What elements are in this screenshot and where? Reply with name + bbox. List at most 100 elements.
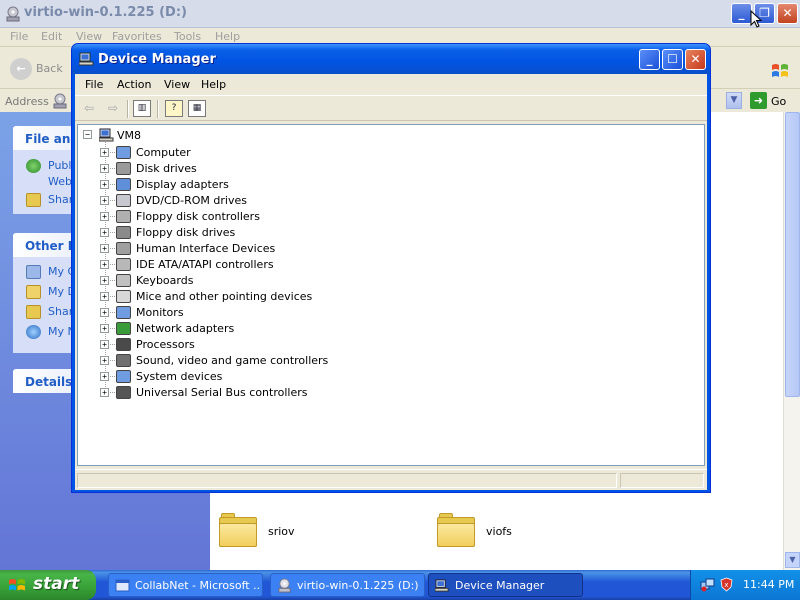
device-category-label[interactable]: Processors [136, 338, 195, 351]
hid-icon [116, 242, 131, 255]
expand-icon[interactable]: + [100, 148, 109, 157]
security-shield-icon[interactable]: x [719, 577, 734, 592]
device-category-label[interactable]: Disk drives [136, 162, 197, 175]
device-category-label[interactable]: Keyboards [136, 274, 193, 287]
device-category-label[interactable]: DVD/CD-ROM drives [136, 194, 247, 207]
expand-icon[interactable]: + [100, 276, 109, 285]
sound-icon [116, 354, 131, 367]
menu-view[interactable]: View [164, 78, 190, 91]
explorer-close-button[interactable]: ✕ [777, 3, 798, 24]
device-category-label[interactable]: Floppy disk controllers [136, 210, 260, 223]
display-adapter-icon [116, 178, 131, 191]
expand-icon[interactable]: + [100, 244, 109, 253]
device-manager-menu-bar: File Action View Help [75, 74, 707, 94]
device-manager-title-bar[interactable]: Device Manager _ ☐ ✕ [72, 44, 710, 74]
back-button-label[interactable]: Back [36, 62, 63, 75]
device-category-label[interactable]: Sound, video and game controllers [136, 354, 328, 367]
explorer-title-bar[interactable]: virtio-win-0.1.225 (D:) _ ❐ ✕ [0, 0, 800, 28]
scroll-down-arrow-icon[interactable]: ▼ [785, 552, 800, 568]
explorer-menu-view[interactable]: View [76, 30, 102, 43]
menu-action[interactable]: Action [117, 78, 151, 91]
usb-icon [116, 386, 131, 399]
folder-icon[interactable] [219, 513, 257, 547]
go-arrow-icon[interactable]: ➜ [750, 92, 767, 109]
computer-icon [99, 128, 114, 142]
place-label: Shar [48, 305, 74, 318]
menu-help[interactable]: Help [201, 78, 226, 91]
address-dropdown-button[interactable]: ▼ [726, 92, 742, 109]
explorer-menu-help[interactable]: Help [215, 30, 240, 43]
go-button-label[interactable]: Go [771, 95, 786, 108]
minimize-button[interactable]: _ [639, 49, 660, 70]
taskbar-item-collabnet[interactable]: CollabNet - Microsoft ... [108, 573, 263, 597]
processor-icon [116, 338, 131, 351]
cd-drive-icon [6, 6, 20, 22]
expand-icon[interactable]: + [100, 356, 109, 365]
folder-label-viofs[interactable]: viofs [486, 525, 512, 538]
tree-root-label[interactable]: VM8 [117, 129, 141, 142]
taskbar-item-device-manager[interactable]: Device Manager [428, 573, 583, 597]
cdrom-icon [116, 194, 131, 207]
explorer-menu-edit[interactable]: Edit [41, 30, 62, 43]
mouse-icon [116, 290, 131, 303]
expand-icon[interactable]: + [100, 228, 109, 237]
device-category-label[interactable]: Floppy disk drives [136, 226, 235, 239]
explorer-menu-favorites[interactable]: Favorites [112, 30, 162, 43]
scan-hardware-icon[interactable]: ▦ [188, 100, 206, 117]
device-manager-icon [435, 579, 449, 592]
svg-text:x: x [724, 581, 728, 589]
device-category-label[interactable]: Network adapters [136, 322, 234, 335]
clock[interactable]: 11:44 PM [743, 578, 794, 591]
device-manager-icon [79, 52, 94, 66]
back-arrow-icon[interactable]: ⇦ [80, 100, 98, 117]
collapse-icon[interactable]: − [83, 130, 92, 139]
forward-arrow-icon[interactable]: ⇨ [104, 100, 122, 117]
floppy-drive-icon [116, 226, 131, 239]
device-category-label[interactable]: Computer [136, 146, 191, 159]
explorer-menu-tools[interactable]: Tools [174, 30, 201, 43]
expand-icon[interactable]: + [100, 196, 109, 205]
device-category-label[interactable]: IDE ATA/ATAPI controllers [136, 258, 274, 271]
shared-folder-icon [26, 305, 41, 319]
expand-icon[interactable]: + [100, 324, 109, 333]
show-hide-console-tree-icon[interactable]: ▥ [133, 100, 151, 117]
device-category-label[interactable]: System devices [136, 370, 222, 383]
expand-icon[interactable]: + [100, 372, 109, 381]
taskbar-item-label: Device Manager [455, 579, 545, 592]
expand-icon[interactable]: + [100, 292, 109, 301]
menu-file[interactable]: File [85, 78, 103, 91]
start-button[interactable]: start [0, 570, 96, 600]
expand-icon[interactable]: + [100, 164, 109, 173]
taskbar-item-virtio-win[interactable]: virtio-win-0.1.225 (D:) [270, 573, 425, 597]
explorer-minimize-button[interactable]: _ [731, 3, 752, 24]
scrollbar-thumb[interactable] [785, 112, 800, 397]
start-label: start [33, 574, 80, 594]
expand-icon[interactable]: + [100, 340, 109, 349]
properties-icon[interactable]: ? [165, 100, 183, 117]
back-arrow-icon[interactable]: ← [10, 58, 32, 80]
network-status-icon[interactable] [700, 577, 715, 592]
expand-icon[interactable]: + [100, 308, 109, 317]
folder-label-sriov[interactable]: sriov [268, 525, 295, 538]
device-category-label[interactable]: Display adapters [136, 178, 229, 191]
close-button[interactable]: ✕ [685, 49, 706, 70]
expand-icon[interactable]: + [100, 212, 109, 221]
explorer-vertical-scrollbar[interactable]: ▼ [783, 112, 800, 570]
expand-icon[interactable]: + [100, 388, 109, 397]
expand-icon[interactable]: + [100, 260, 109, 269]
device-manager-title: Device Manager [98, 52, 216, 67]
device-category-label[interactable]: Universal Serial Bus controllers [136, 386, 307, 399]
windows-flag-icon [772, 64, 788, 77]
explorer-menu-file[interactable]: File [10, 30, 28, 43]
folder-icon[interactable] [437, 513, 475, 547]
maximize-button[interactable]: ☐ [662, 49, 683, 70]
device-manager-window: Device Manager _ ☐ ✕ File Action View He… [71, 43, 711, 493]
ide-controller-icon [116, 258, 131, 271]
device-category-label[interactable]: Human Interface Devices [136, 242, 275, 255]
taskbar-item-label: CollabNet - Microsoft ... [135, 579, 260, 592]
disk-drive-icon [116, 162, 131, 175]
expand-icon[interactable]: + [100, 180, 109, 189]
device-category-label[interactable]: Monitors [136, 306, 184, 319]
device-category-label[interactable]: Mice and other pointing devices [136, 290, 312, 303]
device-tree[interactable]: − VM8 + Computer + Disk drives + Display adap… [77, 124, 705, 466]
